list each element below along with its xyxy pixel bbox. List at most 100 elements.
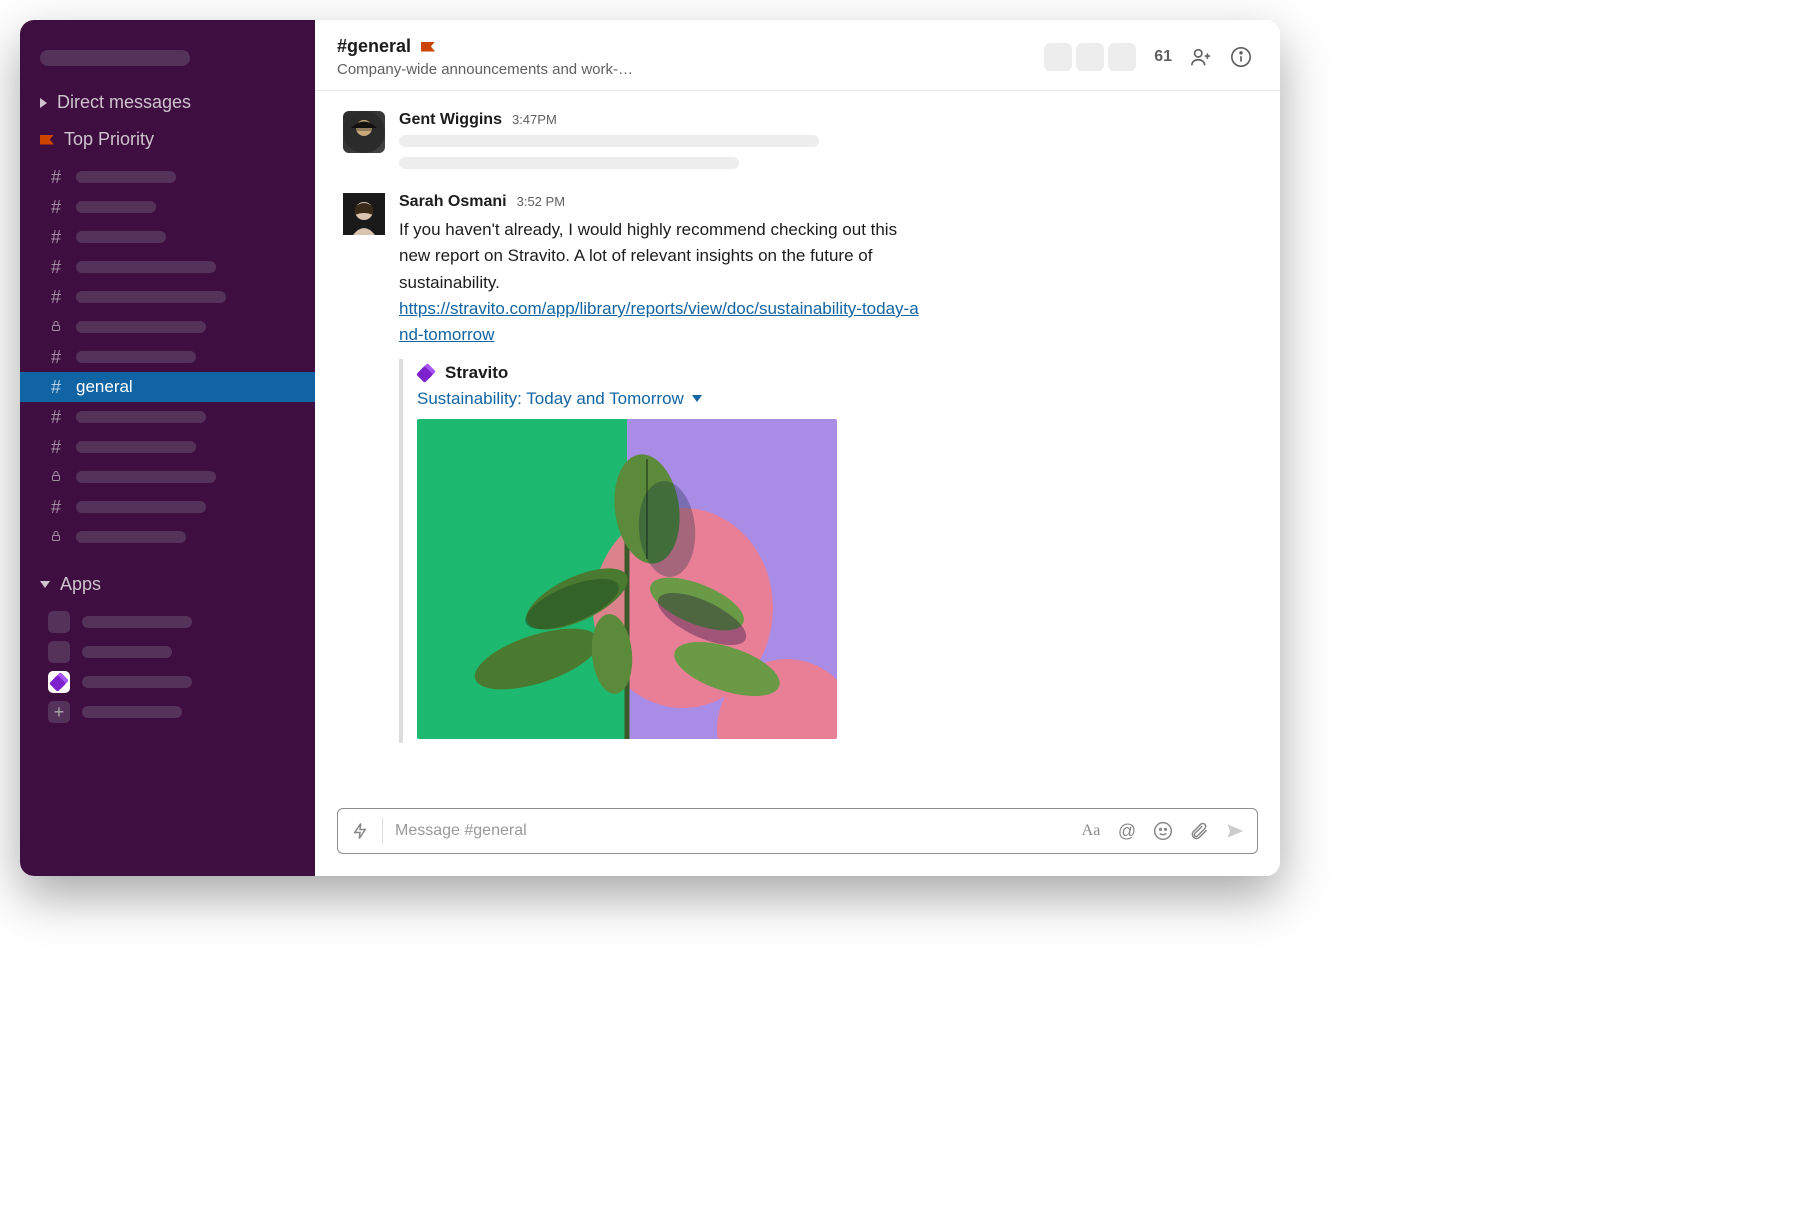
flag-icon (40, 135, 54, 145)
section-apps[interactable]: Apps (20, 566, 315, 603)
section-top-priority[interactable]: Top Priority (20, 121, 315, 158)
chevron-down-icon (692, 395, 702, 402)
hash-icon: # (48, 287, 64, 308)
hash-icon: # (48, 497, 64, 518)
flag-icon (421, 42, 435, 52)
attachment-app-name: Stravito (445, 363, 508, 383)
channel-item[interactable]: # (20, 342, 315, 372)
channel-item[interactable]: # (20, 402, 315, 432)
channel-item[interactable] (20, 462, 315, 492)
channel-item[interactable]: # (20, 432, 315, 462)
channel-item[interactable]: # (20, 492, 315, 522)
channel-header: #general Company-wide announcements and … (315, 20, 1280, 91)
app-icon (48, 641, 70, 663)
channel-name-placeholder (76, 411, 206, 423)
hash-icon: # (48, 257, 64, 278)
lock-icon (48, 469, 64, 486)
attach-icon[interactable] (1189, 821, 1209, 841)
message-author[interactable]: Gent Wiggins (399, 111, 502, 129)
hash-icon: # (48, 437, 64, 458)
channel-item[interactable]: # (20, 162, 315, 192)
direct-messages-label: Direct messages (57, 92, 191, 113)
app-icon (48, 611, 70, 633)
message-author[interactable]: Sarah Osmani (399, 193, 507, 211)
channel-name-placeholder (76, 441, 196, 453)
channel-name-placeholder (76, 531, 186, 543)
message: Gent Wiggins 3:47PM (343, 105, 1252, 187)
mention-icon[interactable]: @ (1117, 821, 1137, 841)
channel-item[interactable]: # (20, 282, 315, 312)
lock-icon (48, 529, 64, 546)
composer-input[interactable]: Message #general (395, 822, 1069, 840)
app-name-placeholder (82, 706, 182, 718)
app-item[interactable] (20, 607, 315, 637)
plus-icon: + (48, 701, 70, 723)
avatar[interactable] (343, 111, 385, 153)
channel-name-placeholder (76, 351, 196, 363)
attachment-preview-image[interactable] (417, 419, 837, 739)
add-app-button[interactable]: + (20, 697, 315, 727)
channel-item[interactable] (20, 522, 315, 552)
hash-icon: # (48, 407, 64, 428)
stravito-icon (418, 364, 435, 381)
app-name-placeholder (82, 646, 172, 658)
section-direct-messages[interactable]: Direct messages (20, 84, 315, 121)
message-list: Gent Wiggins 3:47PM (315, 91, 1280, 808)
channel-item[interactable] (20, 312, 315, 342)
channel-name-placeholder (76, 171, 176, 183)
apps-list: + (20, 603, 315, 731)
message-text-placeholder (399, 135, 819, 147)
app-item-stravito[interactable] (20, 667, 315, 697)
channel-item[interactable]: # (20, 192, 315, 222)
app-name-placeholder (82, 676, 192, 688)
divider (382, 818, 383, 844)
channel-item[interactable]: # (20, 222, 315, 252)
channel-name-placeholder (76, 321, 206, 333)
lock-icon (48, 319, 64, 336)
format-icon[interactable]: Aa (1081, 821, 1101, 841)
attachment-title-text: Sustainability: Today and Tomorrow (417, 389, 684, 409)
channel-item-general[interactable]: # general (20, 372, 315, 402)
hash-icon: # (48, 377, 64, 398)
avatar-placeholder (1108, 43, 1136, 71)
workspace-header[interactable] (20, 50, 315, 84)
message-link[interactable]: https://stravito.com/app/library/reports… (399, 299, 919, 344)
attachment-title[interactable]: Sustainability: Today and Tomorrow (417, 389, 1252, 409)
hash-icon: # (48, 167, 64, 188)
member-avatars[interactable] (1044, 43, 1136, 71)
app-name-placeholder (82, 616, 192, 628)
info-icon[interactable] (1230, 46, 1252, 68)
avatar[interactable] (343, 193, 385, 235)
shortcuts-icon[interactable] (350, 821, 370, 841)
app-item[interactable] (20, 637, 315, 667)
send-icon[interactable] (1225, 821, 1245, 841)
workspace-name-placeholder (40, 50, 190, 66)
channel-topic: Company-wide announcements and work-… (337, 61, 633, 78)
channel-name-placeholder (76, 471, 216, 483)
member-count: 61 (1154, 48, 1172, 66)
channel-name-placeholder (76, 291, 226, 303)
message-time: 3:47PM (512, 112, 557, 127)
channel-name-row[interactable]: #general (337, 36, 633, 57)
channel-name-label: general (76, 377, 133, 397)
add-people-icon[interactable] (1190, 46, 1212, 68)
channel-name-placeholder (76, 501, 206, 513)
hash-icon: # (48, 347, 64, 368)
channel-item[interactable]: # (20, 252, 315, 282)
caret-down-icon (40, 581, 50, 588)
message-time: 3:52 PM (517, 194, 565, 209)
main-panel: #general Company-wide announcements and … (315, 20, 1280, 876)
caret-right-icon (40, 98, 47, 108)
apps-label: Apps (60, 574, 101, 595)
top-priority-label: Top Priority (64, 129, 154, 150)
avatar-placeholder (1044, 43, 1072, 71)
channel-name-placeholder (76, 231, 166, 243)
channel-name-placeholder (76, 201, 156, 213)
emoji-icon[interactable] (1153, 821, 1173, 841)
message-composer[interactable]: Message #general Aa @ (337, 808, 1258, 854)
channel-list: # # # # # # # general # # # (20, 158, 315, 566)
composer-area: Message #general Aa @ (315, 808, 1280, 876)
hash-icon: # (48, 197, 64, 218)
avatar-placeholder (1076, 43, 1104, 71)
channel-name: #general (337, 36, 411, 57)
